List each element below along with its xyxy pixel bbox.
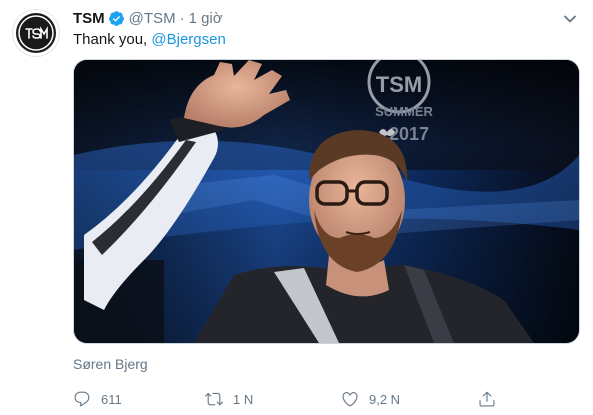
tsm-logo-icon[interactable]: [12, 9, 60, 57]
photo-caption[interactable]: Søren Bjerg: [73, 356, 148, 372]
heart-icon: [342, 392, 358, 407]
tweet-header: TSM @TSM · 1 giờ: [73, 9, 223, 27]
tweet-timestamp[interactable]: 1 giờ: [189, 10, 223, 27]
svg-text:TSM: TSM: [376, 72, 422, 97]
stage-summer-text: SUMMER: [375, 104, 433, 119]
like-count: 9,2 N: [369, 391, 401, 407]
retweet-button[interactable]: 1 N: [205, 388, 253, 410]
action-bar: 611 1 N 9,2 N: [73, 388, 503, 410]
tweet-card[interactable]: TSM @TSM · 1 giờ Thank you, @Bjergsen TS…: [0, 0, 593, 415]
retweet-icon: [205, 392, 223, 406]
reply-button[interactable]: 611: [73, 388, 122, 410]
like-button[interactable]: 9,2 N: [341, 388, 400, 410]
share-button[interactable]: [478, 388, 506, 410]
verified-badge-icon: [108, 10, 125, 27]
stage-year-text: 2017: [389, 124, 429, 144]
tweet-text-body: Thank you,: [73, 31, 148, 48]
mention-link[interactable]: @Bjergsen: [151, 31, 225, 48]
separator-dot: ·: [179, 9, 185, 27]
share-icon: [479, 391, 495, 407]
author-name[interactable]: TSM: [73, 10, 105, 27]
chevron-down-icon[interactable]: [561, 10, 579, 28]
retweet-count: 1 N: [233, 391, 254, 407]
reply-icon: [74, 391, 90, 407]
tweet-photo[interactable]: TSM SUMMER 2017: [73, 59, 580, 344]
tweet-text: Thank you, @Bjergsen: [73, 30, 226, 50]
reply-count: 611: [101, 391, 122, 407]
author-handle[interactable]: @TSM: [129, 10, 176, 27]
